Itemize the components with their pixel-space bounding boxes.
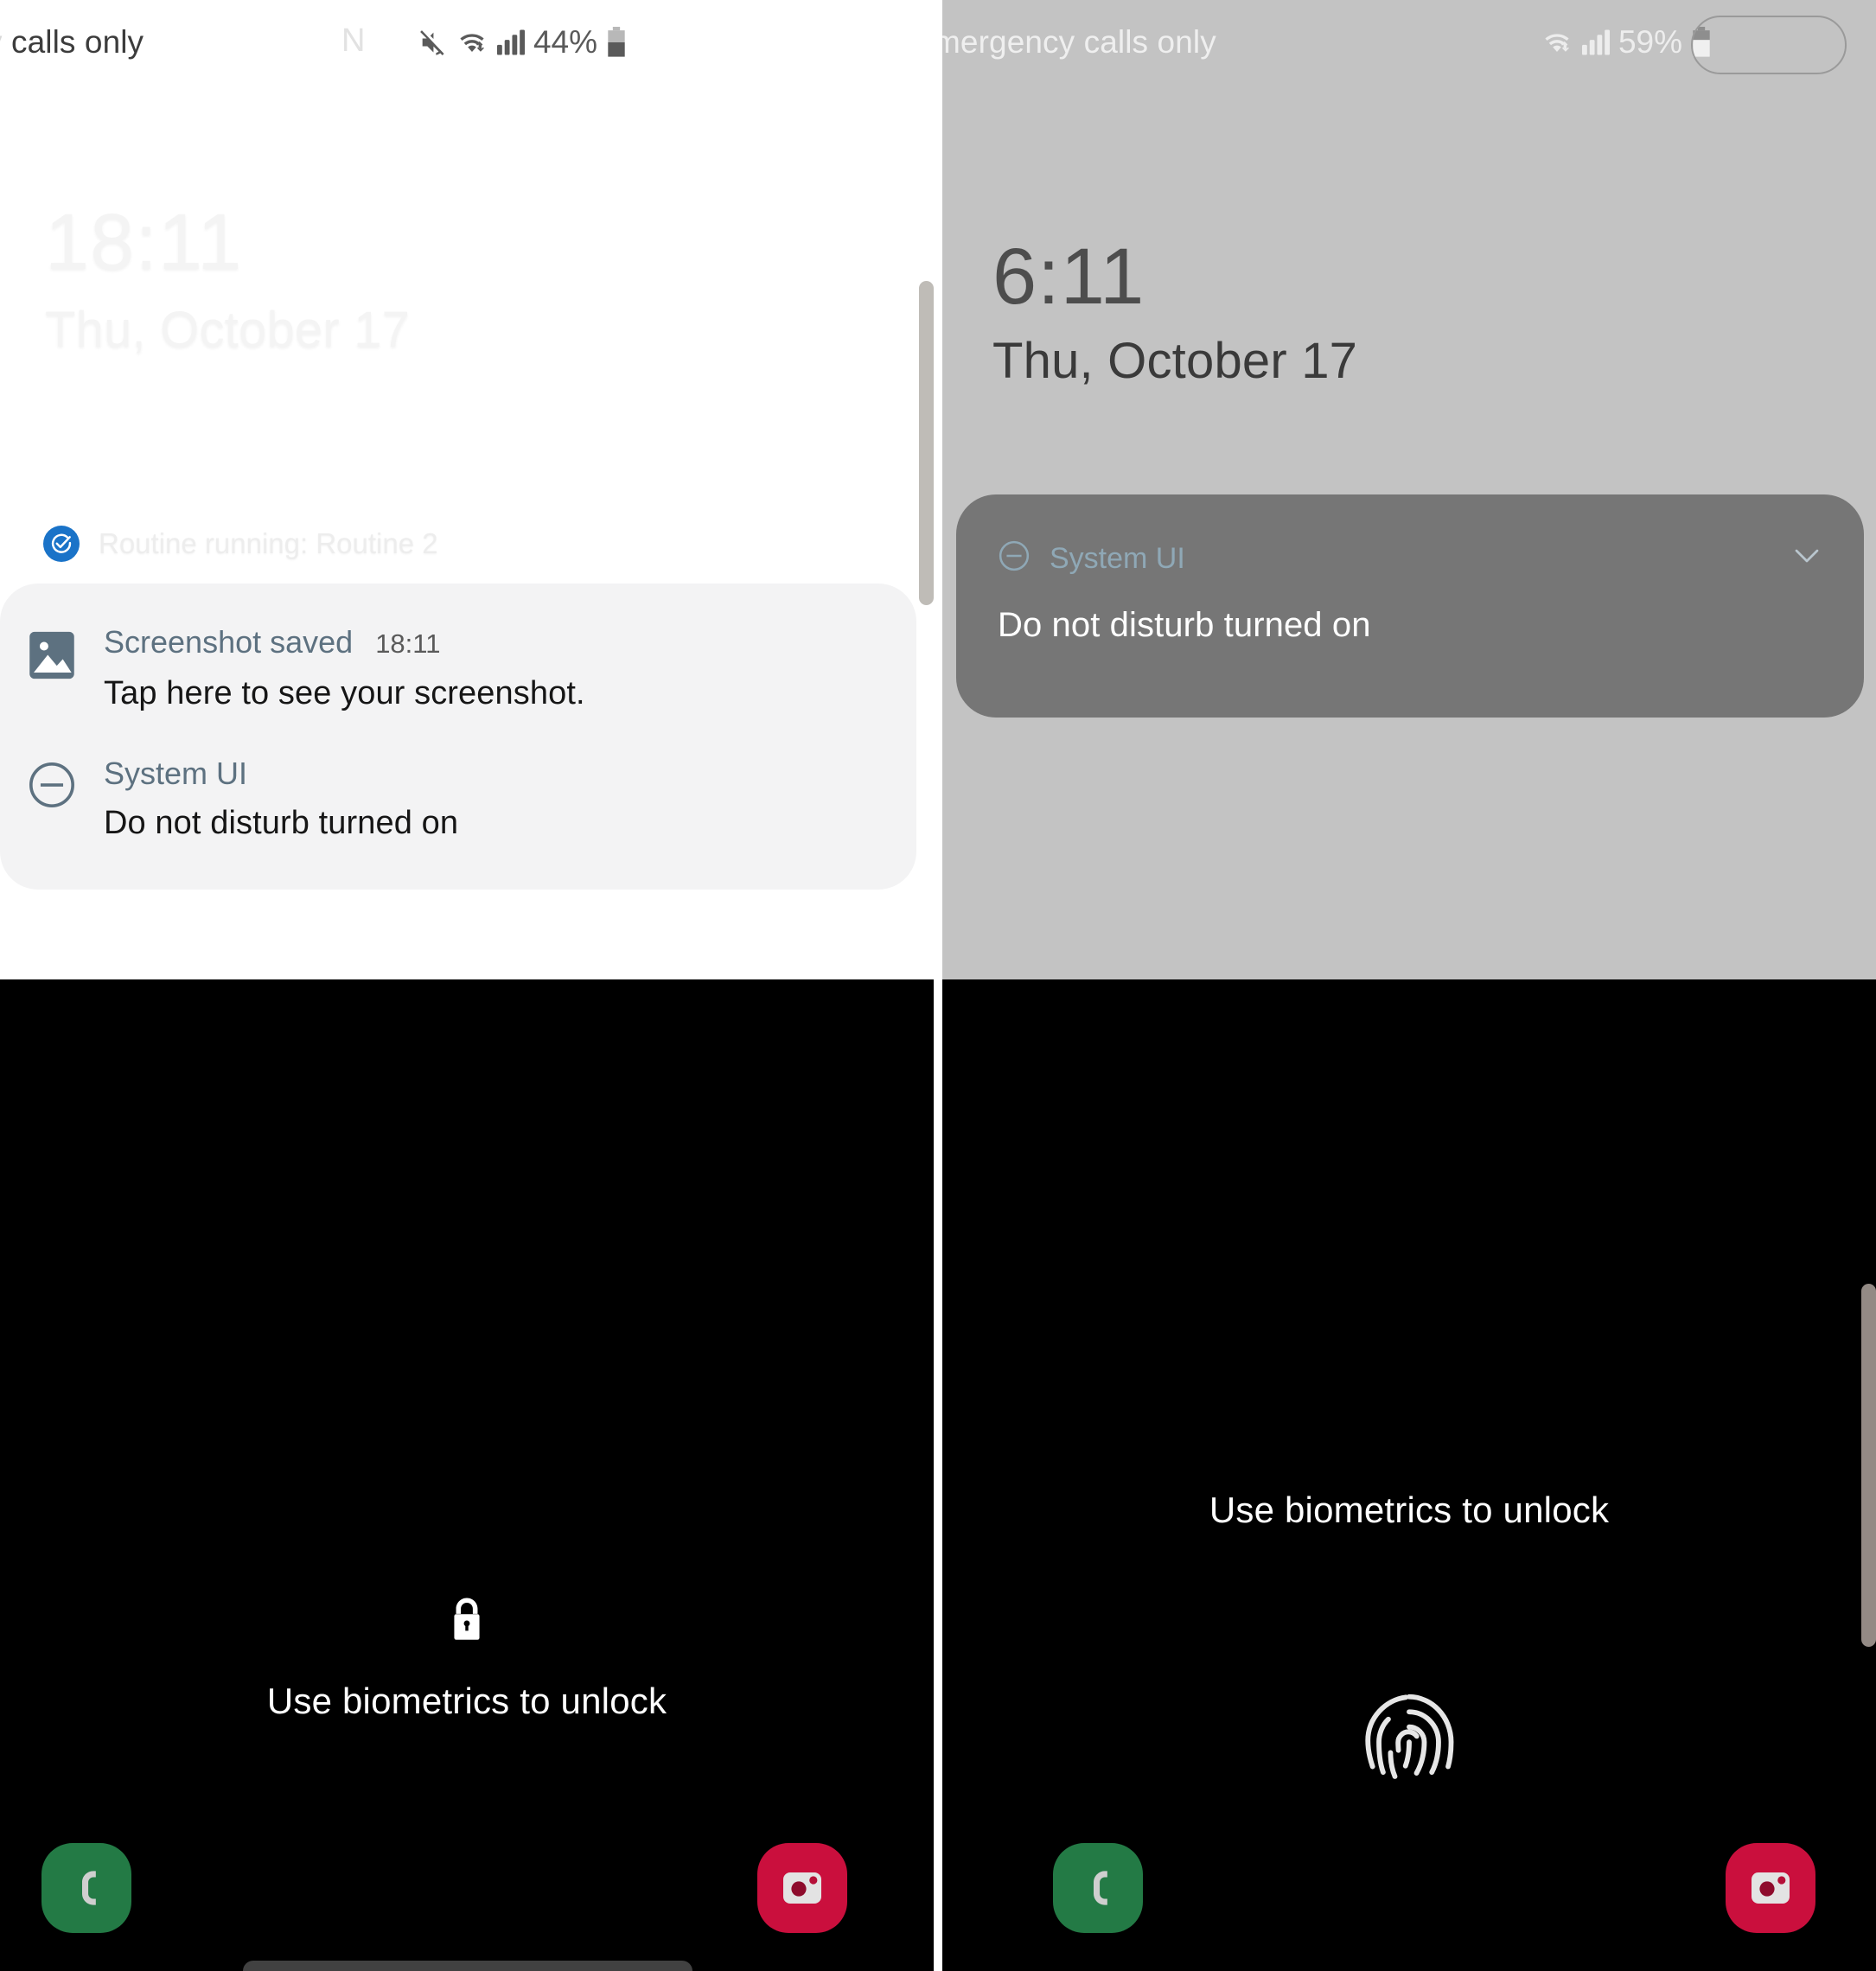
notification-message: Tap here to see your screenshot.	[104, 675, 585, 711]
notification-item-system-ui[interactable]: System UI Do not disturb turned on	[0, 715, 916, 890]
unlock-hint-text: Use biometrics to unlock	[1209, 1489, 1610, 1530]
wifi-icon	[1541, 28, 1573, 57]
wifi-icon	[456, 28, 488, 57]
carrier-label: y calls only	[0, 22, 144, 62]
left-panel: y calls only N 44%	[0, 0, 934, 1971]
carrier-text: calls only	[2, 24, 144, 60]
clock-time: 6:11	[992, 233, 1145, 321]
right-lockscreen-top: mergency calls only 59% 6:11 Thu, Octobe…	[942, 0, 1876, 979]
routine-check-icon	[43, 526, 80, 562]
notification-message: Do not disturb turned on	[104, 805, 459, 841]
camera-shortcut[interactable]	[757, 1843, 847, 1933]
left-status-bar: y calls only N 44%	[0, 0, 934, 86]
routine-label: Routine running: Routine 2	[99, 527, 438, 559]
notification-app-name: System UI	[1050, 541, 1185, 575]
right-panel-scrollbar[interactable]	[1861, 1284, 1876, 1647]
unlock-hint-text: Use biometrics to unlock	[266, 1681, 667, 1721]
carrier-text: mergency calls only	[942, 24, 1216, 60]
left-notification-card: Screenshot saved 18:11 Tap here to see y…	[0, 584, 916, 890]
notification-item-screenshot[interactable]: Screenshot saved 18:11 Tap here to see y…	[0, 584, 916, 715]
routine-status-row[interactable]: Routine running: Routine 2	[43, 526, 438, 562]
phone-shortcut[interactable]	[1053, 1843, 1143, 1933]
left-clock: 18:11 Thu, October 17	[45, 197, 410, 361]
notification-scrollbar[interactable]	[919, 281, 934, 605]
notification-app-name: System UI	[104, 756, 248, 791]
right-notification-card[interactable]: System UI Do not disturb turned on	[956, 494, 1864, 718]
left-unlock-hint: Use biometrics to unlock	[0, 1595, 934, 1725]
left-status-icons: 44%	[418, 19, 627, 66]
do-not-disturb-icon	[0, 755, 104, 845]
phone-shortcut[interactable]	[41, 1843, 131, 1933]
panel-divider	[934, 0, 942, 1971]
clock-date: Thu, October 17	[45, 302, 411, 358]
camera-icon	[783, 1872, 821, 1904]
camera-icon	[1752, 1872, 1790, 1904]
lock-icon	[0, 1595, 934, 1643]
right-unlock-hint: Use biometrics to unlock	[942, 1487, 1876, 1534]
clock-time: 18:11	[45, 198, 243, 286]
signal-icon	[496, 29, 525, 55]
ghost-glyph: N	[341, 22, 366, 59]
notification-body: System UI Do not disturb turned on	[104, 755, 916, 845]
right-lockscreen-bottom: Use biometrics to unlock	[942, 979, 1876, 1971]
dual-lockscreen-comparison: y calls only N 44%	[0, 0, 1876, 1971]
clock-date: Thu, October 17	[992, 333, 1358, 389]
right-clock: 6:11 Thu, October 17	[992, 232, 1357, 392]
chevron-down-icon[interactable]	[1791, 545, 1822, 571]
camera-shortcut[interactable]	[1726, 1843, 1815, 1933]
notification-header: System UI	[998, 539, 1822, 577]
battery-percentage: 59%	[1618, 24, 1682, 60]
right-panel: mergency calls only 59% 6:11 Thu, Octobe…	[942, 0, 1876, 1971]
status-pill-outline[interactable]	[1691, 16, 1847, 74]
image-icon	[0, 623, 104, 715]
mute-icon	[418, 28, 447, 57]
signal-icon	[1581, 29, 1610, 55]
notification-header: Screenshot saved 18:11	[104, 623, 916, 663]
battery-icon	[606, 27, 627, 58]
carrier-label: mergency calls only	[942, 22, 1216, 62]
phone-icon	[1094, 1871, 1107, 1905]
do-not-disturb-icon	[998, 539, 1031, 577]
notification-time: 18:11	[375, 628, 441, 659]
battery-percentage: 44%	[533, 24, 597, 60]
right-status-icons: 59%	[1541, 19, 1712, 66]
notification-header: System UI	[104, 755, 916, 793]
left-lockscreen-top: y calls only N 44%	[0, 0, 934, 979]
notification-message: Do not disturb turned on	[998, 606, 1371, 644]
right-status-bar: mergency calls only 59%	[942, 0, 1876, 86]
fingerprint-icon[interactable]	[942, 1690, 1876, 1804]
phone-icon	[82, 1871, 96, 1905]
home-indicator[interactable]	[243, 1961, 692, 1971]
left-lockscreen-bottom: Use biometrics to unlock	[0, 979, 934, 1971]
notification-app-name: Screenshot saved	[104, 624, 354, 660]
notification-body: Screenshot saved 18:11 Tap here to see y…	[104, 623, 916, 715]
